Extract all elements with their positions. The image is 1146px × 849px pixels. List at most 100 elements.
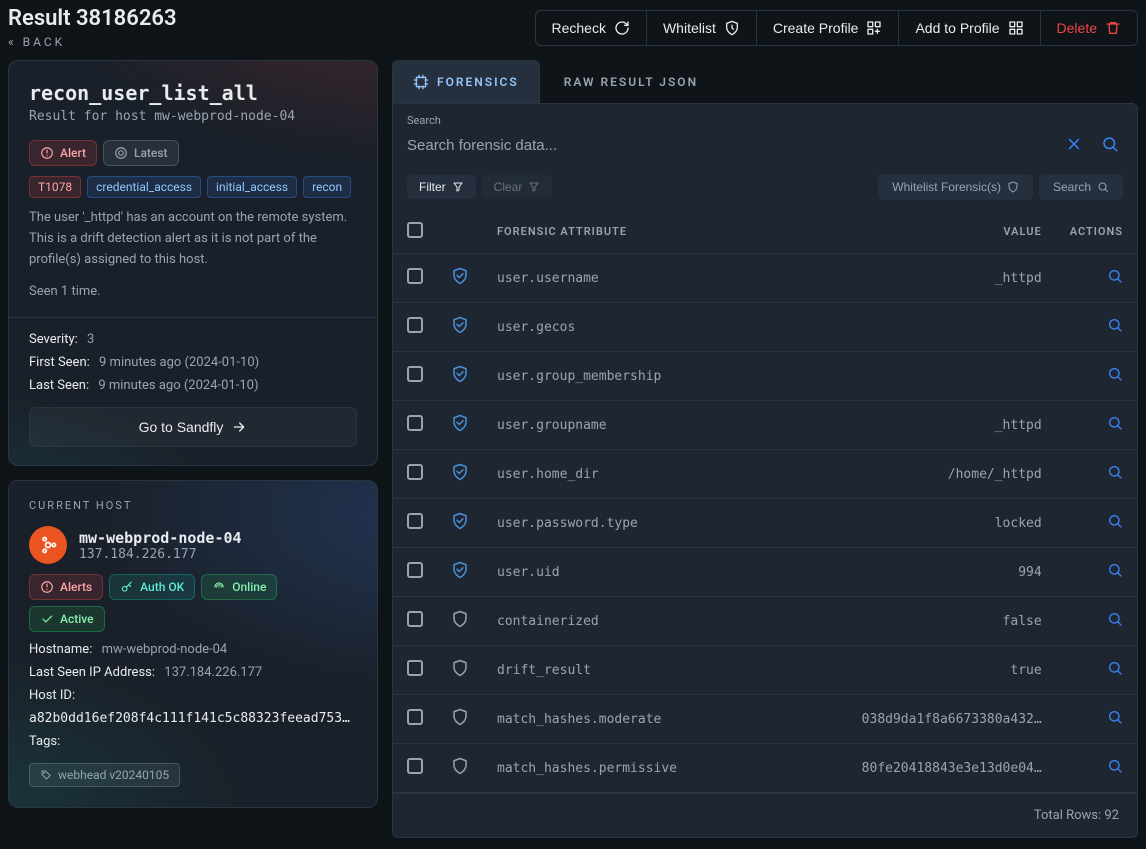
total-rows-value: 92 [1104, 808, 1119, 823]
result-tag[interactable]: T1078 [29, 176, 81, 198]
row-search-action[interactable] [1107, 518, 1123, 533]
host-tag-label: webhead v20240105 [58, 768, 169, 782]
back-link[interactable]: « BACK [8, 35, 65, 49]
action-bar: Recheck Whitelist Create Profile Add to … [535, 10, 1139, 46]
result-tag[interactable]: recon [303, 176, 351, 198]
last-ip-value: 137.184.226.177 [164, 665, 262, 680]
shield-icon [451, 470, 469, 485]
tab-raw-json[interactable]: RAW RESULT JSON [544, 60, 718, 103]
whitelist-forensics-button[interactable]: Whitelist Forensic(s) [878, 174, 1033, 200]
forensic-value: _httpd [769, 401, 1055, 450]
first-seen-label: First Seen: [29, 355, 90, 370]
row-search-action[interactable] [1107, 616, 1123, 631]
alert-icon [40, 580, 54, 594]
search-icon [1101, 135, 1119, 153]
delete-button[interactable]: Delete [1041, 11, 1137, 45]
clear-button[interactable]: Clear [482, 175, 553, 199]
shield-icon [451, 764, 469, 779]
search-input[interactable] [407, 133, 1051, 158]
row-search-action[interactable] [1107, 322, 1123, 337]
col-checkbox [393, 210, 437, 254]
hostname-label: Hostname: [29, 642, 92, 657]
page-title: Result 38186263 [8, 6, 177, 31]
host-tag: webhead v20240105 [29, 763, 180, 787]
forensic-attribute: user.username [483, 254, 769, 303]
create-profile-button[interactable]: Create Profile [757, 11, 900, 45]
shield-icon [451, 421, 469, 436]
table-row: drift_resulttrue [393, 646, 1137, 695]
host-id-value: a82b0dd16ef208f4c111f141c5c88323feead753… [29, 711, 357, 726]
alert-circle-icon [40, 146, 54, 160]
delete-label: Delete [1057, 20, 1097, 36]
col-forensic-attribute[interactable]: FORENSIC ATTRIBUTE [483, 210, 769, 254]
row-checkbox[interactable] [407, 758, 423, 774]
filter-clear-icon [528, 181, 540, 193]
forensic-value: true [769, 646, 1055, 695]
row-checkbox[interactable] [407, 562, 423, 578]
forensic-panel: Search Filter [392, 103, 1138, 838]
row-search-action[interactable] [1107, 469, 1123, 484]
first-seen-value: 9 minutes ago (2024-01-10) [99, 355, 259, 370]
ubuntu-icon [38, 535, 58, 555]
result-card: recon_user_list_all Result for host mw-w… [8, 60, 378, 466]
forensic-attribute: drift_result [483, 646, 769, 695]
row-search-action[interactable] [1107, 714, 1123, 729]
col-value[interactable]: VALUE [769, 210, 1055, 254]
row-search-action[interactable] [1107, 567, 1123, 582]
whitelist-button[interactable]: Whitelist [647, 11, 757, 45]
row-checkbox[interactable] [407, 268, 423, 284]
result-subtitle: Result for host mw-webprod-node-04 [29, 109, 357, 124]
auth-ok-chip-label: Auth OK [140, 580, 184, 594]
host-name: mw-webprod-node-04 [79, 529, 242, 547]
result-description: The user '_httpd' has an account on the … [29, 208, 357, 270]
last-seen-value: 9 minutes ago (2024-01-10) [98, 378, 258, 393]
forensic-value: 994 [769, 548, 1055, 597]
clear-search-button[interactable] [1061, 131, 1087, 160]
row-checkbox[interactable] [407, 366, 423, 382]
row-checkbox[interactable] [407, 464, 423, 480]
row-search-action[interactable] [1107, 763, 1123, 778]
table-search-button[interactable]: Search [1039, 174, 1123, 200]
forensic-value: _httpd [769, 254, 1055, 303]
create-profile-label: Create Profile [773, 20, 859, 36]
tags-label: Tags: [29, 734, 60, 749]
signal-icon [212, 580, 226, 594]
add-to-profile-button[interactable]: Add to Profile [899, 11, 1040, 45]
auth-ok-chip: Auth OK [109, 574, 195, 600]
forensic-value: false [769, 597, 1055, 646]
go-to-sandfly-label: Go to Sandfly [139, 419, 224, 435]
total-rows-label: Total Rows: [1034, 808, 1101, 823]
row-search-action[interactable] [1107, 273, 1123, 288]
row-checkbox[interactable] [407, 415, 423, 431]
table-row: user.gecos [393, 303, 1137, 352]
filter-button-label: Filter [419, 180, 446, 194]
table-row: user.group_membership [393, 352, 1137, 401]
result-tag[interactable]: credential_access [87, 176, 201, 198]
search-button[interactable] [1097, 131, 1123, 160]
result-tag[interactable]: initial_access [207, 176, 297, 198]
row-checkbox[interactable] [407, 660, 423, 676]
go-to-sandfly-button[interactable]: Go to Sandfly [29, 407, 357, 447]
refresh-icon [614, 20, 630, 36]
host-ip: 137.184.226.177 [79, 547, 242, 562]
row-checkbox[interactable] [407, 317, 423, 333]
filter-button[interactable]: Filter [407, 175, 476, 199]
table-search-label: Search [1053, 180, 1091, 194]
table-row: match_hashes.moderate038d9da1f8a6673380a… [393, 695, 1137, 744]
seen-text: Seen 1 time. [29, 284, 357, 299]
row-search-action[interactable] [1107, 371, 1123, 386]
shield-icon [451, 617, 469, 632]
forensic-value: locked [769, 499, 1055, 548]
header-checkbox[interactable] [407, 222, 423, 238]
row-search-action[interactable] [1107, 420, 1123, 435]
row-checkbox[interactable] [407, 709, 423, 725]
row-checkbox[interactable] [407, 513, 423, 529]
row-checkbox[interactable] [407, 611, 423, 627]
forensic-value: 80fe20418843e3e13d0e04… [769, 744, 1055, 793]
forensic-attribute: user.password.type [483, 499, 769, 548]
forensic-value: /home/_httpd [769, 450, 1055, 499]
host-eyebrow: CURRENT HOST [29, 499, 357, 512]
recheck-button[interactable]: Recheck [536, 11, 647, 45]
tab-forensics[interactable]: FORENSICS [392, 60, 540, 103]
row-search-action[interactable] [1107, 665, 1123, 680]
